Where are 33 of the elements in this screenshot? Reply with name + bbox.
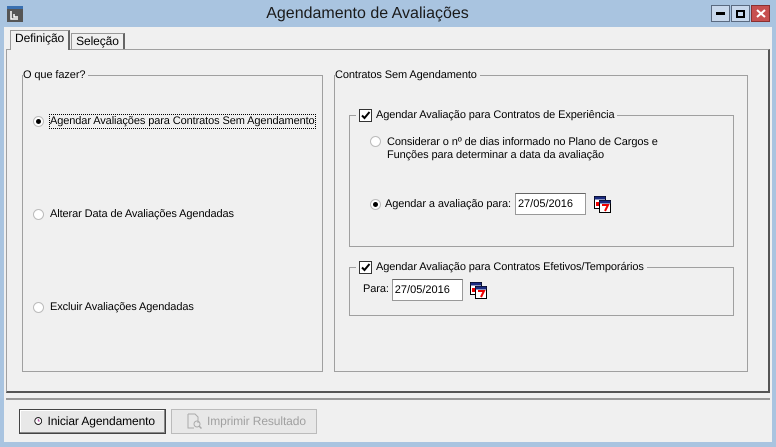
checkbox[interactable] (359, 108, 372, 122)
radio-button[interactable] (370, 136, 381, 147)
checkbox[interactable] (359, 260, 372, 274)
group-title: Contratos Sem Agendamento (335, 68, 477, 82)
radio-button[interactable] (33, 302, 44, 314)
close-button[interactable] (751, 5, 770, 22)
date-field[interactable]: 27/05/2016 (514, 193, 586, 216)
checkbox-label[interactable]: Agendar Avaliação para Contratos de Experiência (376, 108, 614, 122)
option-label[interactable]: Agendar Avaliações para Contratos Sem Agendamento (50, 115, 315, 128)
app-icon[interactable] (6, 4, 24, 22)
radio-button[interactable] (33, 209, 44, 220)
document-search-icon (186, 413, 202, 429)
window-title: Agendamento de Avaliações (265, 4, 470, 24)
calendar-icon[interactable] (594, 196, 611, 213)
close-icon (756, 9, 766, 18)
radio-button[interactable] (33, 116, 44, 128)
option-label[interactable]: Agendar a avaliação para: (385, 198, 511, 211)
group-title: O que fazer? (23, 68, 86, 82)
start-button[interactable]: Iniciar Agendamento (19, 408, 166, 434)
option-label[interactable]: Considerar o nº de dias informado no Plano de Cargos e Funções para determinar a data da avaliação (387, 136, 687, 162)
minimize-icon (716, 12, 725, 15)
radio-button[interactable] (370, 198, 381, 210)
field-label: Para: (363, 283, 389, 297)
calendar-icon[interactable] (470, 282, 487, 298)
option-label[interactable]: Alterar Data de Avaliações Agendadas (50, 208, 234, 222)
date-field[interactable]: 27/05/2016 (392, 279, 463, 301)
maximize-button[interactable] (731, 5, 750, 22)
tab[interactable]: Seleção (71, 33, 125, 49)
maximize-icon (736, 10, 745, 18)
minimize-button[interactable] (711, 5, 730, 22)
checkbox-label[interactable]: Agendar Avaliação para Contratos Efetivos/Temporários (376, 260, 644, 274)
option-label[interactable]: Excluir Avaliações Agendadas (50, 301, 194, 315)
tab[interactable]: Definição (10, 30, 70, 50)
